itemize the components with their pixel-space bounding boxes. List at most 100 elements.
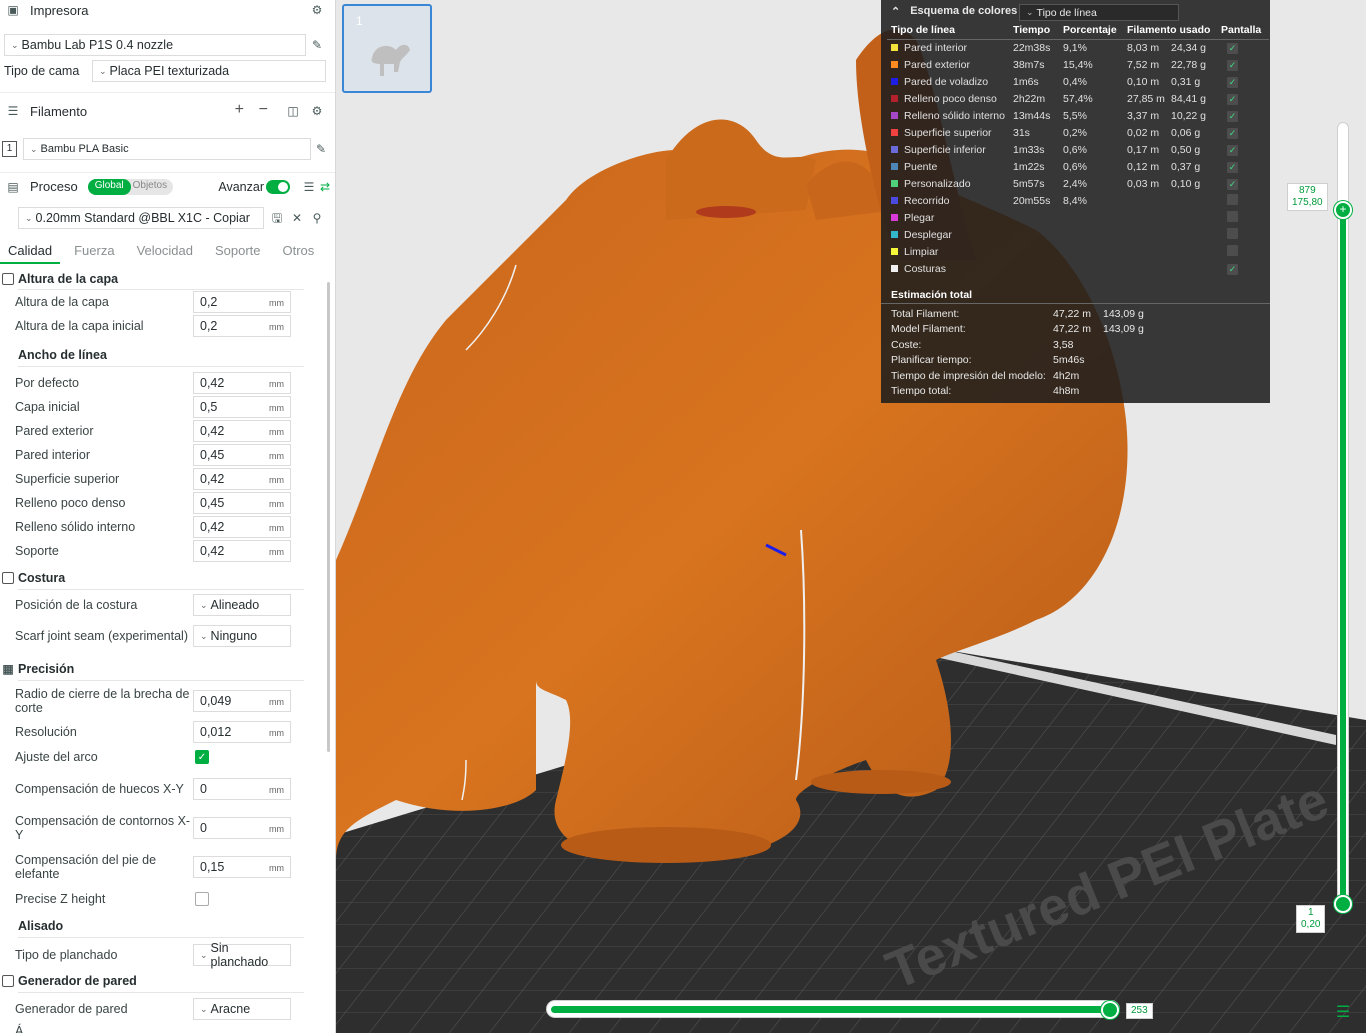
precise-z-checkbox[interactable]: [195, 892, 209, 906]
line-type-select[interactable]: ⌄ Tipo de línea: [1019, 4, 1179, 21]
collapse-icon[interactable]: ⌃: [891, 5, 900, 18]
group-wall-generator: Generador de pared: [0, 970, 322, 992]
add-filament-button[interactable]: +: [235, 101, 244, 119]
display-checkbox[interactable]: ✓: [1226, 161, 1238, 173]
legend-display: ✓: [1217, 73, 1269, 90]
legend-display: [1217, 243, 1269, 260]
legend-row: Recorrido 20m55s 8,4%: [887, 192, 1269, 209]
tab-strength[interactable]: Fuerza: [66, 240, 122, 264]
lw-support-input[interactable]: 0,42 mm: [193, 540, 291, 562]
lw-inner-input[interactable]: 0,45 mm: [193, 444, 291, 466]
display-checkbox[interactable]: ✓: [1226, 127, 1238, 139]
setting-lw-initial: Capa inicial 0,5 mm: [0, 395, 322, 419]
layer-height-input[interactable]: 0,2 mm: [193, 291, 291, 313]
display-checkbox[interactable]: ✓: [1226, 76, 1238, 88]
settings-scrollbar[interactable]: [327, 282, 330, 752]
group-seam: Costura: [0, 567, 322, 589]
advanced-toggle[interactable]: [266, 179, 290, 194]
edit-icon[interactable]: ✎: [314, 142, 328, 156]
lw-top-input[interactable]: 0,42 mm: [193, 468, 291, 490]
resolution-input[interactable]: 0,012 mm: [193, 721, 291, 743]
legend-time: [1009, 260, 1059, 277]
list-icon[interactable]: ☰: [302, 180, 316, 194]
layers-icon[interactable]: ☰: [1334, 1002, 1352, 1021]
remove-filament-button[interactable]: −: [259, 101, 268, 119]
printer-model-row: ⌄ Bambu Lab P1S 0.4 nozzle ✎: [0, 34, 335, 56]
layer-slider-top-handle[interactable]: +: [1334, 201, 1352, 219]
legend-row: Desplegar: [887, 226, 1269, 243]
legend-display: ✓: [1217, 141, 1269, 158]
display-checkbox[interactable]: ✓: [1226, 93, 1238, 105]
legend-percent: 8,4%: [1062, 194, 1087, 207]
legend-time: 5m57s: [1012, 177, 1045, 190]
arc-fitting-checkbox[interactable]: ✓: [195, 750, 209, 764]
global-option[interactable]: Global: [87, 178, 131, 195]
legend-line-type: Recorrido: [887, 192, 1009, 209]
gear-icon[interactable]: ⚙: [310, 3, 324, 17]
legend-row: Plegar: [887, 209, 1269, 226]
wall-generator-select[interactable]: ⌄ Aracne: [193, 998, 291, 1020]
objects-option[interactable]: Objetos: [131, 179, 173, 195]
plate-thumbnail[interactable]: 1: [342, 4, 432, 93]
thumbnail-model-icon: [371, 44, 410, 76]
display-checkbox[interactable]: [1226, 244, 1238, 256]
layer-slider-bottom-handle[interactable]: [1334, 895, 1352, 913]
display-checkbox[interactable]: [1226, 210, 1238, 222]
save-icon[interactable]: 🖫: [270, 211, 284, 225]
xy-hole-input[interactable]: 0 mm: [193, 778, 291, 800]
ironing-type-select[interactable]: ⌄ Sin planchado: [193, 941, 291, 969]
gear-icon[interactable]: ⚙: [310, 104, 324, 118]
lw-solid-input[interactable]: 0,42 mm: [193, 516, 291, 538]
slice-gap-input[interactable]: 0,049 mm: [193, 690, 291, 712]
display-checkbox[interactable]: [1226, 227, 1238, 239]
xy-contour-input[interactable]: 0 mm: [193, 817, 291, 839]
lw-initial-input[interactable]: 0,5 mm: [193, 396, 291, 418]
layers-icon: [2, 273, 14, 285]
display-checkbox[interactable]: [1226, 193, 1238, 205]
lw-outer-input[interactable]: 0,42 mm: [193, 420, 291, 442]
tab-speed[interactable]: Velocidad: [129, 240, 201, 264]
tab-support[interactable]: Soporte: [207, 240, 269, 264]
tab-quality[interactable]: Calidad: [0, 240, 61, 264]
bed-label: Tipo de cama: [4, 64, 80, 78]
seam-position-select[interactable]: ⌄ Alineado: [193, 594, 291, 616]
edit-icon[interactable]: ✎: [310, 38, 324, 52]
printer-select[interactable]: ⌄ Bambu Lab P1S 0.4 nozzle: [4, 34, 306, 56]
display-checkbox[interactable]: ✓: [1226, 110, 1238, 122]
elephant-foot-input[interactable]: 0,15 mm: [193, 856, 291, 878]
setting-label: Altura de la capa: [15, 295, 109, 309]
lw-default-input[interactable]: 0,42 mm: [193, 372, 291, 394]
legend-percent: [1059, 209, 1123, 226]
filament-select[interactable]: ⌄ Bambu PLA Basic: [23, 138, 311, 160]
scarf-seam-select[interactable]: ⌄ Ninguno: [193, 625, 291, 647]
tab-others[interactable]: Otros: [275, 240, 323, 264]
sync-icon[interactable]: ◫: [286, 104, 300, 118]
display-checkbox[interactable]: ✓: [1226, 42, 1238, 54]
setting-slice-gap: Radio de cierre de la brecha de corte 0,0…: [0, 683, 322, 719]
legend-row: Personalizado 5m57s 2,4% 0,03 m 0,10 g ✓: [887, 175, 1269, 192]
setting-elephant-foot: Compensación del pie de elefante 0,15 mm: [0, 847, 322, 887]
display-checkbox[interactable]: ✓: [1226, 144, 1238, 156]
legend-percent: 0,6%: [1062, 143, 1087, 156]
compare-icon[interactable]: ⇄: [318, 180, 332, 194]
scope-toggle[interactable]: Global Objetos: [87, 178, 174, 195]
legend-row: Relleno sólido interno 13m44s 5,5% 3,37 m 10…: [887, 107, 1269, 124]
legend-row: Superficie superior 31s 0,2% 0,02 m 0,06 g ✓: [887, 124, 1269, 141]
display-checkbox[interactable]: ✓: [1226, 59, 1238, 71]
display-checkbox[interactable]: ✓: [1226, 178, 1238, 190]
display-checkbox[interactable]: ✓: [1226, 263, 1238, 275]
wall-icon: [2, 975, 14, 987]
move-slider-handle[interactable]: [1101, 1001, 1119, 1019]
lw-sparse-input[interactable]: 0,45 mm: [193, 492, 291, 514]
initial-layer-height-input[interactable]: 0,2 mm: [193, 315, 291, 337]
bed-select[interactable]: ⌄ Placa PEI texturizada: [92, 60, 326, 82]
search-icon[interactable]: ⚲: [310, 211, 324, 225]
advanced-label: Avanzar: [218, 179, 264, 194]
close-icon[interactable]: ✕: [290, 211, 304, 225]
preset-select[interactable]: ⌄ 0.20mm Standard @BBL X1C - Copiar: [18, 207, 264, 229]
setting-lw-solid: Relleno sólido interno 0,42 mm: [0, 515, 322, 539]
legend-time: 31s: [1012, 126, 1030, 139]
legend-filament: 0,10 m 0,31 g: [1126, 75, 1201, 88]
legend-line-type: Relleno sólido interno: [887, 107, 1009, 124]
legend-display: ✓: [1217, 107, 1269, 124]
